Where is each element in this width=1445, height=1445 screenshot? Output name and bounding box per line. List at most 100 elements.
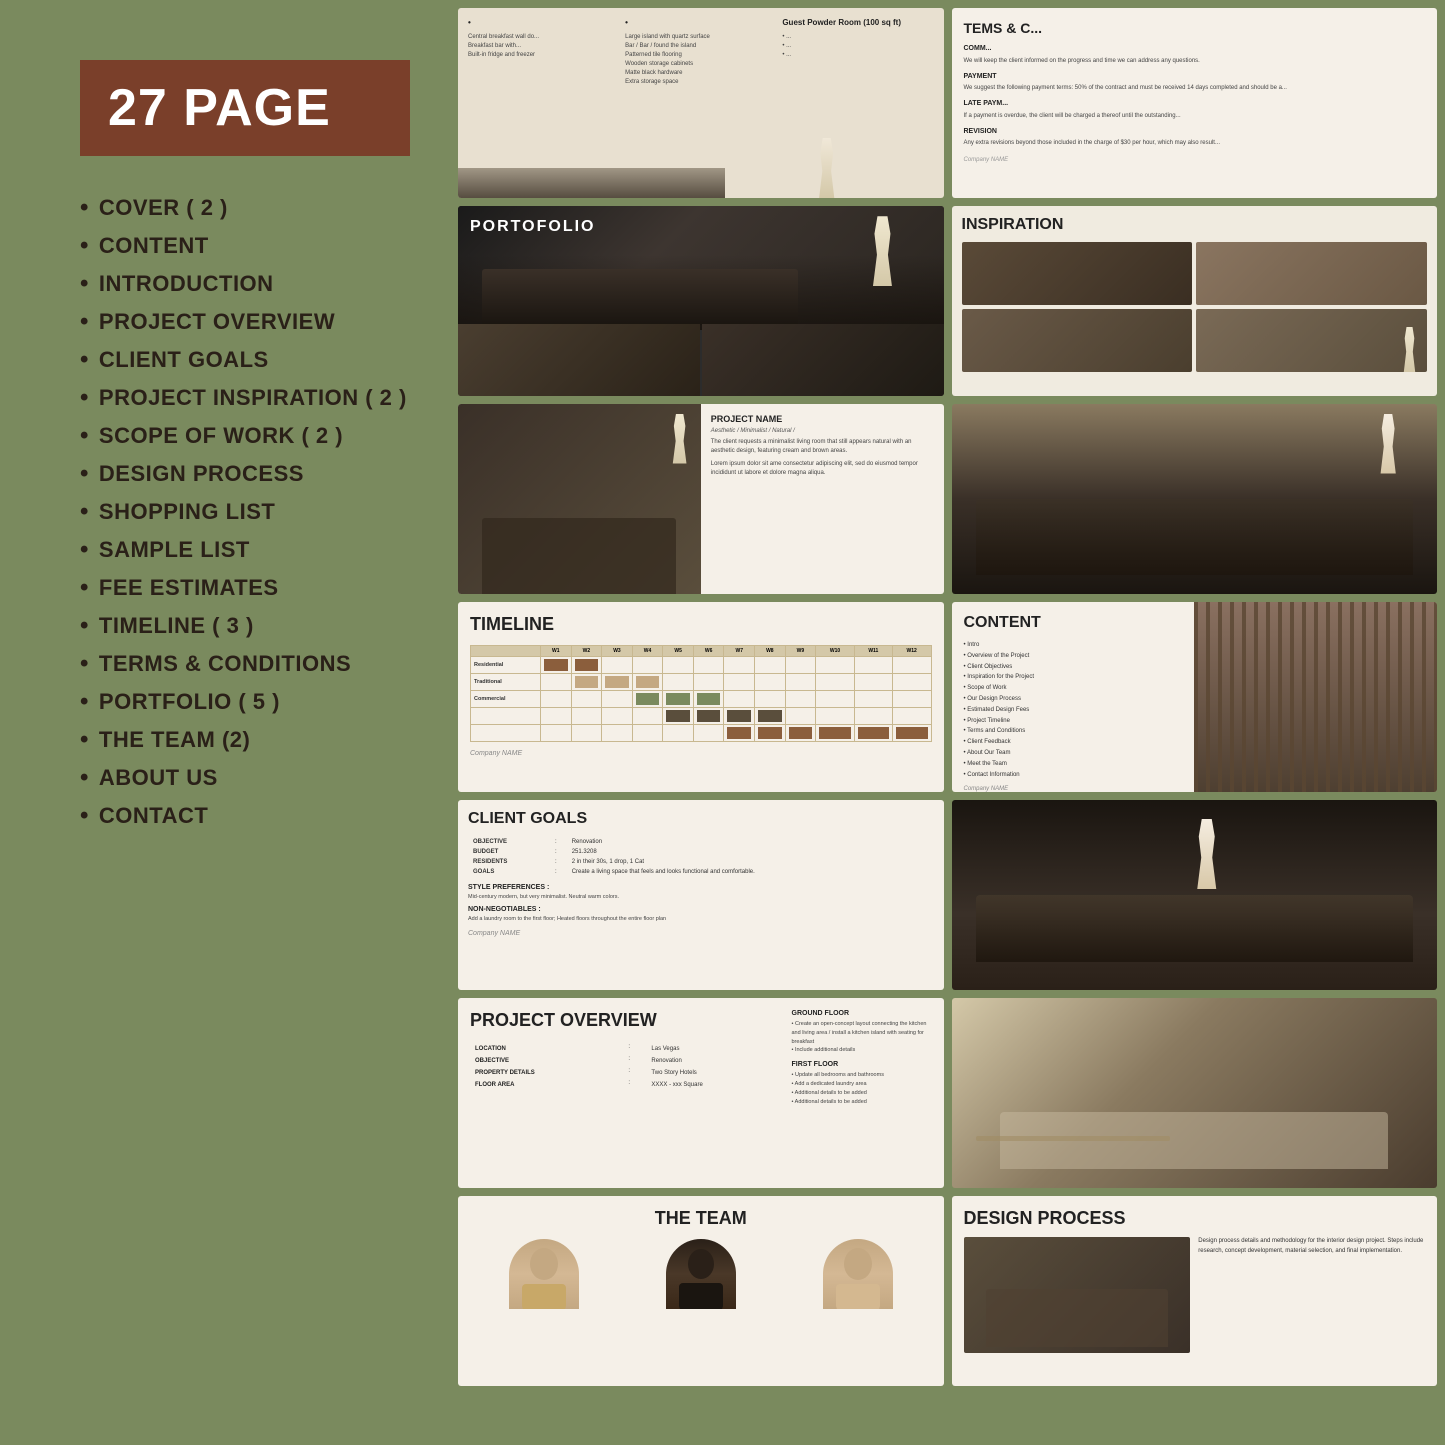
slide-bedroom [952, 998, 1438, 1188]
portfolio-thumb-1 [458, 324, 700, 396]
design-process-title: DESIGN PROCESS [964, 1208, 1426, 1229]
cg-row-residents: RESIDENTS : 2 in their 30s, 1 drop, 1 Ca… [470, 858, 932, 866]
tl-week-10: W10 [816, 646, 855, 657]
po-row-property: PROPERTY DETAILS : Two Story Hotels [472, 1068, 780, 1078]
menu-item-design-process: DESIGN PROCESS [80, 460, 410, 488]
timeline-table: W1 W2 W3 W4 W5 W6 W7 W8 W9 W10 W11 W12 R… [470, 645, 932, 742]
slide-dark-room [952, 800, 1438, 990]
tl-week-9: W9 [785, 646, 816, 657]
timeline-company-name: Company NAME [470, 750, 932, 757]
content-item-terms: Terms and Conditions [964, 726, 1183, 737]
tl-row-traditional: Traditional [471, 674, 932, 691]
first-floor-list: Update all bedrooms and bathrooms Add a … [792, 1071, 932, 1106]
menu-item-the-team: THE TEAM (2) [80, 726, 410, 754]
project-description-2: Lorem ipsum dolor sit ame consectetur ad… [711, 460, 934, 478]
menu-item-timeline: TIMELINE ( 3 ) [80, 612, 410, 640]
insp-img-1 [962, 242, 1193, 305]
team-avatar-3 [823, 1239, 893, 1309]
timeline-title: TIMELINE [470, 614, 932, 635]
content-item-objectives: Client Objectives [964, 662, 1183, 673]
po-row-floor-area: FLOOR AREA : XXXX - xxx Square [472, 1080, 780, 1090]
first-floor-item-4: Additional details to be added [792, 1098, 932, 1107]
content-item-fees: Estimated Design Fees [964, 705, 1183, 716]
insp-img-4 [1196, 309, 1427, 372]
content-item-about: About Our Team [964, 748, 1183, 759]
content-item-design: Our Design Process [964, 694, 1183, 705]
interior-vase [1378, 414, 1398, 474]
project-overview-table: LOCATION : Las Vegas OBJECTIVE : Renovat… [470, 1042, 782, 1092]
dark-room-sofa [976, 895, 1413, 962]
slide-col-2: • Large island with quartz surfaceBar / … [625, 18, 776, 188]
ground-floor-list: Create an open-concept layout connecting… [792, 1020, 932, 1055]
menu-item-project-inspiration: PROJECT INSPIRATION ( 2 ) [80, 384, 410, 412]
tl-header-label [471, 646, 541, 657]
tl-row-extra1 [471, 708, 932, 725]
insp-vase [1402, 327, 1417, 372]
slide-client-goals: CLIENT GOALS OBJECTIVE : Renovation BUDG… [458, 800, 944, 990]
menu-item-about-us: ABOUT US [80, 764, 410, 792]
menu-item-fee-estimates: FEE ESTIMATES [80, 574, 410, 602]
first-floor-title: FIRST FLOOR [792, 1061, 932, 1068]
slides-panel: • Central breakfast wall do...Breakfast … [450, 0, 1445, 1445]
insp-img-3 [962, 309, 1193, 372]
team-title: THE TEAM [470, 1208, 932, 1229]
avatar-1-svg [509, 1239, 579, 1309]
menu-item-content: CONTENT [80, 232, 410, 260]
slide-inspiration: INSPIRATION [952, 206, 1438, 396]
tl-week-8: W8 [755, 646, 786, 657]
menu-item-cover: COVER ( 2 ) [80, 194, 410, 222]
content-text-area: CONTENT Intro Overview of the Project Cl… [952, 602, 1195, 792]
portfolio-label: PORTOFOLIO [470, 218, 595, 236]
ground-floor-item-1: Create an open-concept layout connecting… [792, 1020, 932, 1046]
slats-pattern [1194, 602, 1437, 792]
terms-body: COMM... We will keep the client informed… [964, 44, 1426, 165]
project-overview-right: GROUND FLOOR Create an open-concept layo… [792, 1010, 932, 1176]
menu-item-scope-of-work: SCOPE OF WORK ( 2 ) [80, 422, 410, 450]
first-floor-item-2: Add a dedicated laundry area [792, 1080, 932, 1089]
menu-item-shopping-list: SHOPPING LIST [80, 498, 410, 526]
content-item-overview: Overview of the Project [964, 651, 1183, 662]
dark-room-vase [1194, 819, 1219, 889]
dp-sofa [986, 1289, 1167, 1347]
menu-list: COVER ( 2 ) CONTENT INTRODUCTION PROJECT… [80, 194, 410, 830]
team-member-1 [470, 1239, 617, 1355]
sofa-shape [482, 269, 798, 325]
content-item-contact: Contact Information [964, 770, 1183, 781]
slide-project-name-detail: PROJECT NAME Aesthetic / Minimalist / Na… [458, 404, 944, 594]
slide-design-process: DESIGN PROCESS Design process details an… [952, 1196, 1438, 1386]
content-item-meet: Meet the Team [964, 759, 1183, 770]
project-detail-text: PROJECT NAME Aesthetic / Minimalist / Na… [701, 404, 944, 594]
slide-portfolio: PORTOFOLIO [458, 206, 944, 396]
menu-item-sample-list: SAMPLE LIST [80, 536, 410, 564]
insp-img-2 [1196, 242, 1427, 305]
portfolio-bottom-images [458, 324, 944, 396]
content-item-feedback: Client Feedback [964, 737, 1183, 748]
project-description-1: The client requests a minimalist living … [711, 438, 934, 456]
project-overview-left: PROJECT OVERVIEW LOCATION : Las Vegas OB… [470, 1010, 782, 1176]
tl-week-5: W5 [663, 646, 694, 657]
avatar-3-svg [823, 1239, 893, 1309]
content-company-name: Company NAME [964, 786, 1183, 792]
menu-item-contact: CONTACT [80, 802, 410, 830]
sofa-detail [482, 518, 676, 594]
slide-col-1: • Central breakfast wall do...Breakfast … [468, 18, 619, 188]
proj-vase [671, 414, 689, 464]
slide-content-page: CONTENT Intro Overview of the Project Cl… [952, 602, 1438, 792]
tl-week-7: W7 [724, 646, 755, 657]
tl-row-extra2 [471, 725, 932, 742]
slide-team: THE TEAM [458, 1196, 944, 1386]
project-detail-image [458, 404, 701, 594]
team-avatar-2 [666, 1239, 736, 1309]
project-aesthetic: Aesthetic / Minimalist / Natural / [711, 428, 934, 434]
team-member-2 [627, 1239, 774, 1355]
style-pref-body: Mid-century modern, but very minimalist.… [468, 893, 934, 901]
inspiration-grid [962, 242, 1428, 372]
tl-week-3: W3 [602, 646, 633, 657]
tl-week-11: W11 [854, 646, 892, 657]
non-neg-body: Add a laundry room to the first floor; H… [468, 915, 934, 923]
left-panel: 27 PAGE COVER ( 2 ) CONTENT INTRODUCTION… [0, 0, 450, 1445]
client-goals-title: CLIENT GOALS [468, 810, 934, 828]
menu-item-portfolio: PORTFOLIO ( 5 ) [80, 688, 410, 716]
menu-item-client-goals: CLIENT GOALS [80, 346, 410, 374]
po-row-location: LOCATION : Las Vegas [472, 1044, 780, 1054]
